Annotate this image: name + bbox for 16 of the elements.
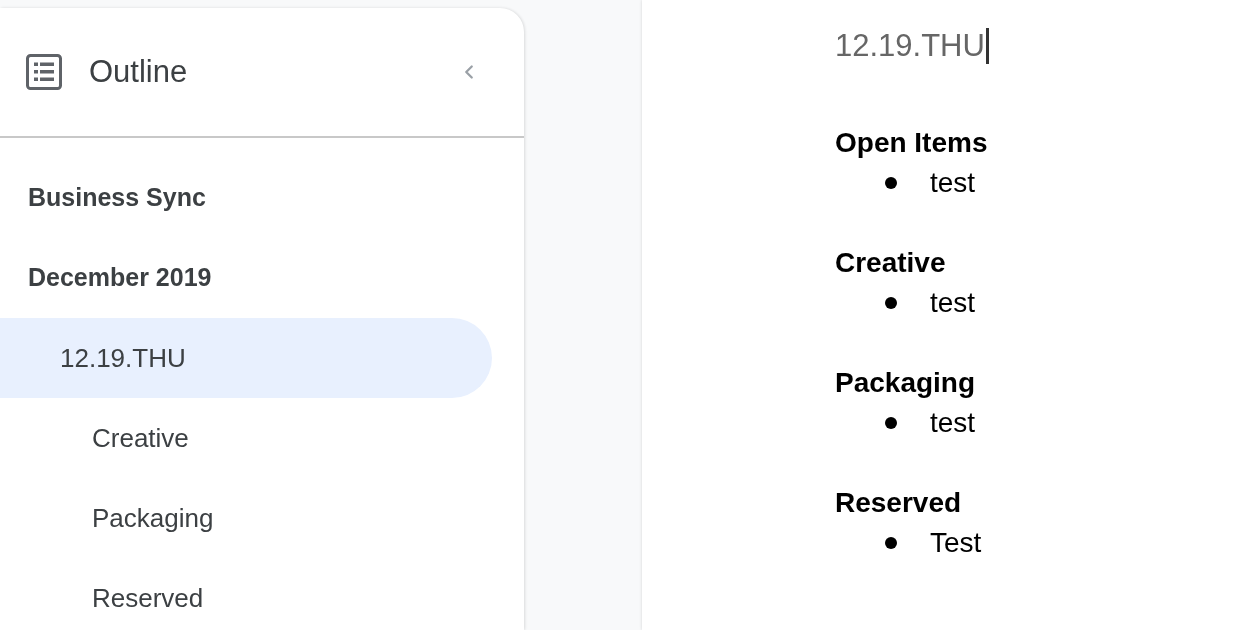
list-icon [26, 54, 62, 90]
panel-title: Outline [89, 52, 188, 91]
section-heading: Creative [835, 246, 946, 280]
list-item-text: Test [930, 526, 982, 560]
list-item-text: test [930, 166, 976, 200]
list-item-text: test [930, 286, 976, 320]
bullet-icon [885, 177, 897, 189]
document-title: 12.19.THU [835, 27, 985, 65]
bullet-icon [885, 297, 897, 309]
section-heading: Open Items [835, 126, 988, 160]
section-heading: Packaging [835, 366, 976, 400]
bullet-icon [885, 417, 897, 429]
list-item-text: test [930, 406, 976, 440]
outline-item[interactable]: 12.19.THU [0, 318, 492, 398]
bullet-icon [885, 537, 897, 549]
section-heading: Reserved [835, 486, 962, 520]
